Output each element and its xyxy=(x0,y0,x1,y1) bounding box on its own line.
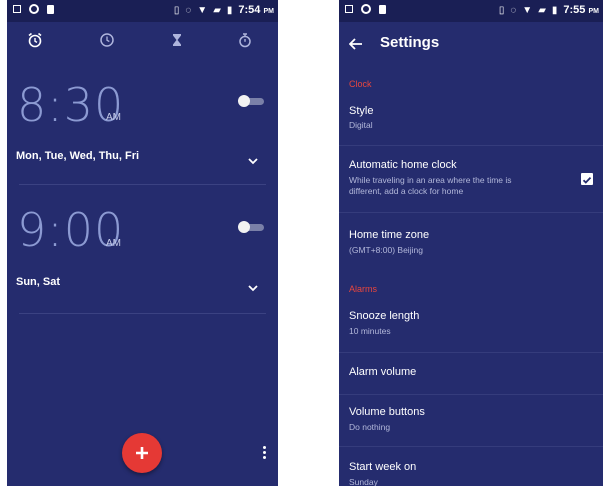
signal-icon: ▰ xyxy=(213,4,221,16)
alarm-days: Mon, Tue, Wed, Thu, Fri xyxy=(16,150,140,162)
setting-title: Home time zone xyxy=(349,229,430,241)
setting-title: Style xyxy=(349,105,374,117)
setting-title: Alarm volume xyxy=(349,366,417,378)
alarm-screen: ▯ ◌ ▼ ▰ ▮ 7:54 PM 8:30 AM Mon, Tue, Wed,… xyxy=(7,0,278,486)
vibrate-icon: ▯ xyxy=(498,4,505,16)
setting-value: Sunday xyxy=(349,477,378,486)
setting-volume-buttons[interactable]: Volume buttons Do nothing xyxy=(339,397,603,443)
settings-screen: ▯ ◌ ▼ ▰ ▮ 7:55 PM Settings Clock Style D… xyxy=(339,0,603,486)
signal-icon: ▰ xyxy=(538,4,546,16)
divider xyxy=(339,352,603,353)
automatic-home-clock-checkbox[interactable] xyxy=(581,173,593,185)
plus-icon xyxy=(136,447,148,459)
circle-icon xyxy=(361,4,371,14)
setting-snooze-length[interactable]: Snooze length 10 minutes xyxy=(339,303,603,349)
divider xyxy=(339,145,603,146)
divider xyxy=(339,446,603,447)
divider xyxy=(19,313,266,314)
wifi-icon: ▼ xyxy=(522,4,533,16)
stopwatch-icon[interactable] xyxy=(237,32,253,48)
setting-value: Do nothing xyxy=(349,422,391,432)
setting-title: Start week on xyxy=(349,461,417,473)
tab-bar xyxy=(7,32,278,48)
chevron-down-icon[interactable] xyxy=(248,279,258,297)
setting-alarm-volume[interactable]: Alarm volume xyxy=(339,356,603,394)
add-alarm-button[interactable] xyxy=(122,433,162,473)
alarm-item[interactable]: 9:00 AM Sun, Sat xyxy=(7,207,278,307)
wifi-icon: ▼ xyxy=(197,4,208,16)
status-bar: ▯ ◌ ▼ ▰ ▮ 7:55 PM xyxy=(339,0,603,22)
setting-automatic-home-clock[interactable]: Automatic home clock While traveling in … xyxy=(339,150,603,212)
status-bar: ▯ ◌ ▼ ▰ ▮ 7:54 PM xyxy=(7,0,278,22)
setting-title: Snooze length xyxy=(349,310,420,322)
section-header-alarms: Alarms xyxy=(349,284,378,294)
alarm-clock-icon[interactable] xyxy=(27,32,43,48)
clock-icon[interactable] xyxy=(99,32,115,48)
alarm-status-icon: ◌ xyxy=(510,4,517,16)
section-header-clock: Clock xyxy=(349,79,372,89)
sd-card-icon xyxy=(47,4,54,14)
hourglass-icon[interactable] xyxy=(169,32,185,48)
divider xyxy=(19,184,266,185)
setting-title: Automatic home clock xyxy=(349,159,457,171)
setting-start-week-on[interactable]: Start week on Sunday xyxy=(339,452,603,486)
alarm-status-icon: ◌ xyxy=(185,4,192,16)
back-arrow-icon[interactable] xyxy=(348,37,363,55)
setting-description: While traveling in an area where the tim… xyxy=(349,175,512,185)
more-options-icon[interactable] xyxy=(263,446,266,461)
setting-value: Digital xyxy=(349,120,373,130)
divider xyxy=(339,212,603,213)
setting-description: different, add a clock for home xyxy=(349,186,464,196)
vibrate-icon: ▯ xyxy=(173,4,180,16)
alarm-ampm: AM xyxy=(106,112,121,123)
divider xyxy=(339,394,603,395)
circle-icon xyxy=(29,4,39,14)
alarm-days: Sun, Sat xyxy=(16,276,61,288)
settings-toolbar: Settings xyxy=(339,30,603,58)
screenshot-icon xyxy=(345,5,353,13)
alarm-item[interactable]: 8:30 AM Mon, Tue, Wed, Thu, Fri xyxy=(7,82,278,182)
setting-value: 10 minutes xyxy=(349,326,391,336)
setting-style[interactable]: Style Digital xyxy=(339,100,603,142)
alarm-toggle[interactable] xyxy=(238,221,264,233)
chevron-down-icon[interactable] xyxy=(248,152,258,170)
alarm-ampm: AM xyxy=(106,238,121,249)
setting-title: Volume buttons xyxy=(349,406,425,418)
sd-card-icon xyxy=(379,4,386,14)
battery-icon: ▮ xyxy=(226,4,233,16)
checkmark-icon xyxy=(582,176,592,184)
setting-value: (GMT+8:00) Beijing xyxy=(349,245,423,255)
status-time: 7:54 PM xyxy=(238,4,274,16)
page-title: Settings xyxy=(380,34,440,51)
alarm-toggle[interactable] xyxy=(238,95,264,107)
status-time: 7:55 PM xyxy=(563,4,599,16)
screenshot-icon xyxy=(13,5,21,13)
battery-icon: ▮ xyxy=(551,4,558,16)
setting-home-time-zone[interactable]: Home time zone (GMT+8:00) Beijing xyxy=(339,220,603,268)
